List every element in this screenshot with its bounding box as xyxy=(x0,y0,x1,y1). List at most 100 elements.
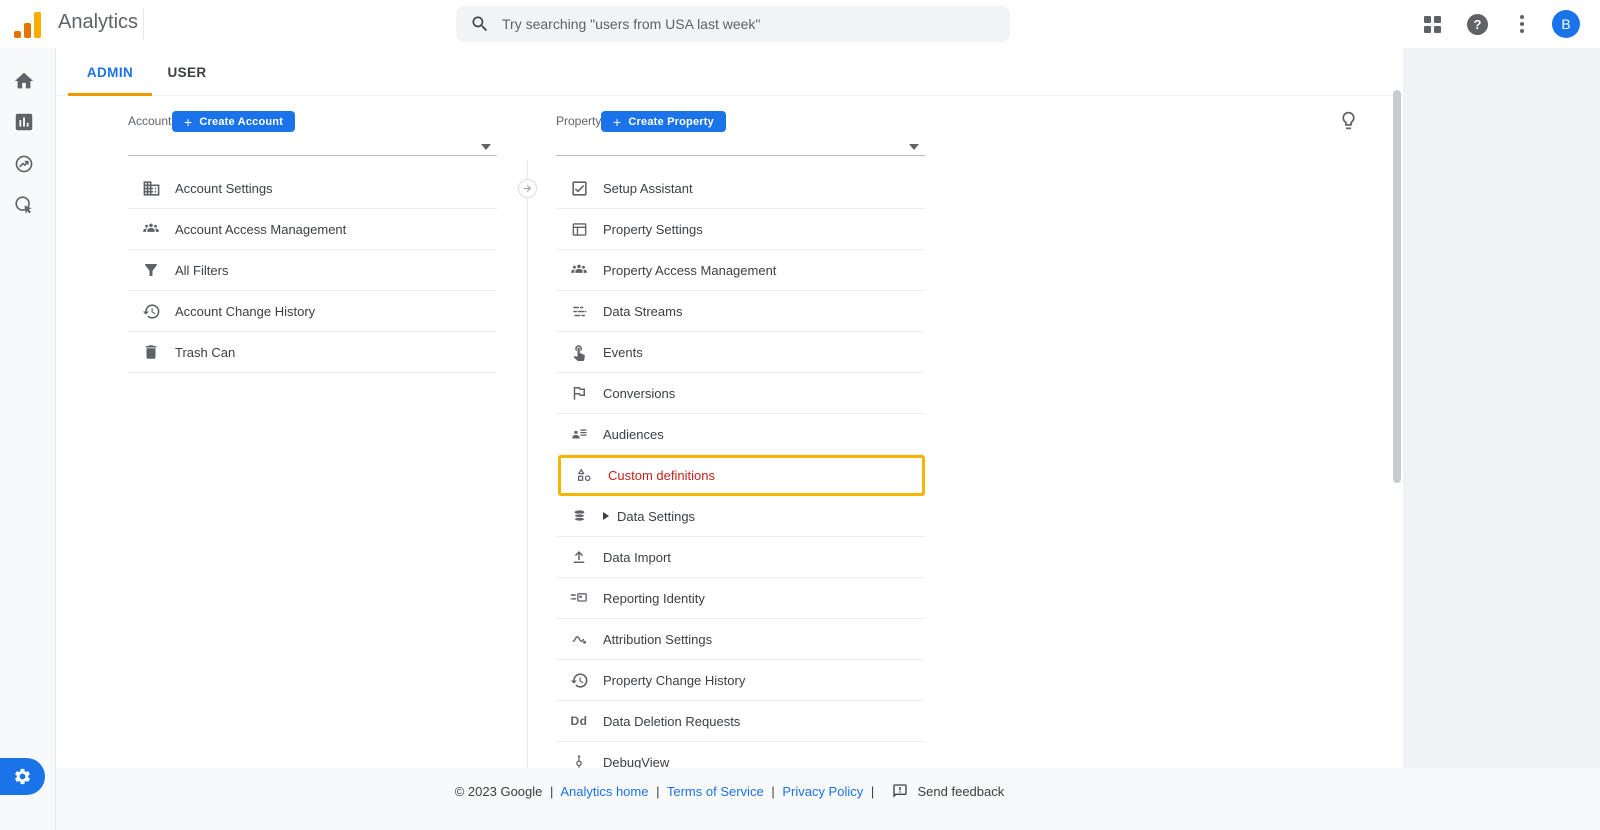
list-item-label: Property Change History xyxy=(603,673,745,688)
property-column-label: Property xyxy=(556,114,601,128)
arrow-right-icon xyxy=(522,183,533,194)
attribution-icon xyxy=(568,629,590,649)
attribution-settings-item[interactable]: Attribution Settings xyxy=(556,619,925,660)
more-menu-icon[interactable] xyxy=(1516,11,1528,37)
window-icon xyxy=(568,219,590,239)
copyright-text: © 2023 Google xyxy=(455,784,543,799)
list-item-label: Conversions xyxy=(603,386,675,401)
home-icon[interactable] xyxy=(13,70,35,92)
list-item-label: Data Import xyxy=(603,550,671,565)
list-item-label: Setup Assistant xyxy=(603,181,693,196)
identity-icon xyxy=(568,588,590,608)
account-selector[interactable] xyxy=(128,136,497,156)
top-bar: Analytics ? B xyxy=(0,0,1600,48)
list-item-label: Custom definitions xyxy=(608,468,715,483)
people-icon xyxy=(568,260,590,280)
building-icon xyxy=(140,178,162,198)
privacy-policy-link[interactable]: Privacy Policy xyxy=(782,784,863,799)
avatar[interactable]: B xyxy=(1552,10,1580,38)
plus-icon: + xyxy=(613,115,621,129)
filter-icon xyxy=(140,260,162,280)
list-item-label: Account Access Management xyxy=(175,222,346,237)
tap-icon xyxy=(568,342,590,362)
data-streams-item[interactable]: Data Streams xyxy=(556,291,925,332)
search-bar[interactable] xyxy=(456,6,1010,42)
account-change-history-item[interactable]: Account Change History xyxy=(128,291,497,332)
vertical-scrollbar[interactable] xyxy=(1393,90,1401,483)
list-item-label: Attribution Settings xyxy=(603,632,712,647)
column-divider xyxy=(527,160,528,768)
analytics-logo-icon[interactable] xyxy=(14,10,41,38)
conversions-item[interactable]: Conversions xyxy=(556,373,925,414)
app-title: Analytics xyxy=(58,11,138,34)
audience-icon xyxy=(568,424,590,444)
account-column-label: Account xyxy=(128,114,171,128)
advertising-icon[interactable] xyxy=(13,194,35,216)
audiences-item[interactable]: Audiences xyxy=(556,414,925,455)
tab-user[interactable]: USER xyxy=(152,48,222,96)
trash-can-item[interactable]: Trash Can xyxy=(128,332,497,373)
data-import-item[interactable]: Data Import xyxy=(556,537,925,578)
property-selector[interactable] xyxy=(556,136,925,156)
help-icon[interactable]: ? xyxy=(1467,14,1488,35)
collapse-column-button[interactable] xyxy=(518,179,537,198)
checklist-icon xyxy=(568,178,590,198)
property-settings-item[interactable]: Property Settings xyxy=(556,209,925,250)
send-feedback-link[interactable]: Send feedback xyxy=(918,784,1005,799)
expand-arrow-icon[interactable] xyxy=(603,512,609,520)
events-item[interactable]: Events xyxy=(556,332,925,373)
google-apps-icon[interactable] xyxy=(1424,16,1441,33)
divider xyxy=(143,8,144,40)
admin-gear-button[interactable] xyxy=(0,758,45,795)
people-icon xyxy=(140,219,162,239)
analytics-home-link[interactable]: Analytics home xyxy=(560,784,648,799)
flag-icon xyxy=(568,383,590,403)
chevron-down-icon xyxy=(909,144,919,150)
list-item-label: Audiences xyxy=(603,427,664,442)
chevron-down-icon xyxy=(481,144,491,150)
reports-icon[interactable] xyxy=(13,111,35,133)
create-property-button[interactable]: + Create Property xyxy=(601,111,726,132)
account-access-item[interactable]: Account Access Management xyxy=(128,209,497,250)
explore-icon[interactable] xyxy=(13,153,35,175)
streams-icon xyxy=(568,301,590,321)
property-menu: Setup Assistant Property Settings Proper… xyxy=(556,168,925,768)
account-settings-item[interactable]: Account Settings xyxy=(128,168,497,209)
list-item-label: Trash Can xyxy=(175,345,235,360)
all-filters-item[interactable]: All Filters xyxy=(128,250,497,291)
search-icon xyxy=(470,14,490,34)
list-item-label: All Filters xyxy=(175,263,228,278)
admin-panel: ADMIN USER Account + Create Account Acco… xyxy=(56,48,1403,768)
property-change-history-item[interactable]: Property Change History xyxy=(556,660,925,701)
create-account-button[interactable]: + Create Account xyxy=(172,111,295,132)
data-settings-item[interactable]: Data Settings xyxy=(556,496,925,537)
tab-admin[interactable]: ADMIN xyxy=(68,48,152,96)
plus-icon: + xyxy=(184,115,192,129)
debug-icon xyxy=(568,752,590,768)
data-deletion-requests-item[interactable]: Dd Data Deletion Requests xyxy=(556,701,925,742)
list-item-label: Account Settings xyxy=(175,181,273,196)
search-input[interactable] xyxy=(502,16,982,32)
setup-assistant-item[interactable]: Setup Assistant xyxy=(556,168,925,209)
terms-of-service-link[interactable]: Terms of Service xyxy=(667,784,764,799)
custom-definitions-item[interactable]: Custom definitions xyxy=(558,455,925,496)
list-item-label: Account Change History xyxy=(175,304,315,319)
account-menu: Account Settings Account Access Manageme… xyxy=(128,168,497,373)
page-background xyxy=(1403,48,1600,768)
lightbulb-icon[interactable] xyxy=(1338,110,1359,131)
feedback-icon xyxy=(892,783,908,799)
property-access-item[interactable]: Property Access Management xyxy=(556,250,925,291)
footer: © 2023 Google | Analytics home | Terms o… xyxy=(56,768,1600,830)
upload-icon xyxy=(568,547,590,567)
reporting-identity-item[interactable]: Reporting Identity xyxy=(556,578,925,619)
nav-sidebar xyxy=(0,48,56,830)
debugview-item[interactable]: DebugView xyxy=(556,742,925,768)
dd-icon: Dd xyxy=(568,711,590,731)
shapes-icon xyxy=(573,466,595,486)
list-item-label: Events xyxy=(603,345,643,360)
trash-icon xyxy=(140,342,162,362)
list-item-label: Data Streams xyxy=(603,304,682,319)
history-icon xyxy=(568,670,590,690)
tab-bar: ADMIN USER xyxy=(56,48,1403,96)
list-item-label: Property Settings xyxy=(603,222,703,237)
